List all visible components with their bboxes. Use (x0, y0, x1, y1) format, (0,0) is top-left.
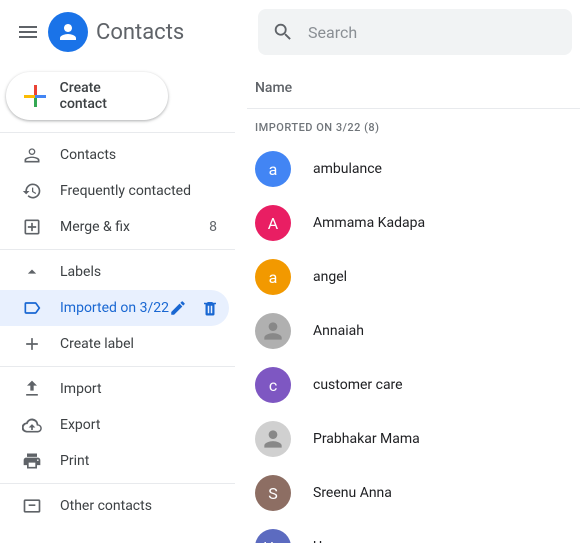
delete-icon[interactable] (201, 299, 219, 317)
sidebar-create-label[interactable]: Create label (0, 326, 229, 362)
contact-row[interactable]: a ambulance (247, 142, 580, 196)
contact-avatar-photo (255, 313, 291, 349)
sidebar-item-label: Labels (60, 264, 229, 280)
edit-icon[interactable] (169, 299, 187, 317)
sidebar-item-label: Frequently contacted (60, 183, 229, 199)
label-icon (22, 298, 42, 318)
sidebar-item-label: Imported on 3/22 (60, 300, 169, 316)
print-icon (22, 451, 42, 471)
sidebar-item-import[interactable]: Import (0, 371, 229, 407)
contact-avatar-initial: c (255, 367, 291, 403)
contact-name: Prabhakar Mama (313, 431, 420, 447)
plus-icon (24, 85, 46, 107)
divider (0, 249, 235, 250)
sidebar-label-imported[interactable]: Imported on 3/22 (0, 290, 229, 326)
sidebar-item-other-contacts[interactable]: Other contacts (0, 488, 229, 524)
sidebar-item-label: Export (60, 417, 229, 433)
contact-row[interactable]: c customer care (247, 358, 580, 412)
contact-name: Annaiah (313, 323, 364, 339)
contact-list: a ambulance A Ammama Kadapa a angel Annaiah c cu… (247, 142, 580, 543)
contact-row[interactable]: Un Un (247, 520, 580, 543)
sidebar-labels-header[interactable]: Labels (0, 254, 229, 290)
search-icon (272, 21, 294, 43)
contact-avatar-initial: A (255, 205, 291, 241)
contact-avatar-photo (255, 421, 291, 457)
merge-fix-icon (22, 217, 42, 237)
contact-avatar-initial: Un (255, 529, 291, 543)
contacts-logo (48, 12, 88, 52)
hamburger-icon (16, 20, 40, 44)
chevron-up-icon (22, 262, 42, 282)
divider (0, 132, 235, 133)
archive-icon (22, 496, 42, 516)
contact-name: angel (313, 269, 347, 285)
sidebar-item-frequent[interactable]: Frequently contacted (0, 173, 229, 209)
sidebar-item-label: Print (60, 453, 229, 469)
sidebar-item-label: Create label (60, 336, 229, 352)
contact-avatar-initial: a (255, 151, 291, 187)
contact-row[interactable]: a angel (247, 250, 580, 304)
plus-small-icon (22, 334, 42, 354)
contact-row[interactable]: A Ammama Kadapa (247, 196, 580, 250)
contact-avatar-initial: S (255, 475, 291, 511)
contact-name: customer care (313, 377, 403, 393)
sidebar-item-print[interactable]: Print (0, 443, 229, 479)
app-header: Contacts Search (0, 0, 580, 64)
group-header: Imported on 3/22 (8) (247, 109, 580, 142)
divider (0, 366, 235, 367)
person-icon (56, 20, 80, 44)
contact-name: ambulance (313, 161, 382, 177)
sidebar-item-contacts[interactable]: Contacts (0, 137, 229, 173)
app-title: Contacts (96, 20, 184, 45)
history-icon (22, 181, 42, 201)
header-left: Contacts (0, 12, 258, 52)
contact-list-pane: Name Imported on 3/22 (8) a ambulance A Amm… (235, 64, 580, 543)
create-contact-button[interactable]: Create contact (6, 72, 168, 120)
search-bar[interactable]: Search (258, 9, 572, 55)
sidebar-item-merge-fix[interactable]: Merge & fix 8 (0, 209, 229, 245)
contact-row[interactable]: Prabhakar Mama (247, 412, 580, 466)
contact-row[interactable]: S Sreenu Anna (247, 466, 580, 520)
contact-row[interactable]: Annaiah (247, 304, 580, 358)
sidebar: Create contact Contacts Frequently conta… (0, 64, 235, 543)
create-contact-label: Create contact (60, 80, 150, 112)
search-placeholder: Search (308, 23, 357, 42)
contact-avatar-initial: a (255, 259, 291, 295)
sidebar-item-export[interactable]: Export (0, 407, 229, 443)
upload-icon (22, 379, 42, 399)
sidebar-item-label: Merge & fix (60, 219, 209, 235)
column-header-name: Name (247, 68, 580, 108)
sidebar-item-label: Other contacts (60, 498, 229, 514)
divider (0, 483, 235, 484)
contact-name: Un (313, 539, 330, 543)
cloud-export-icon (22, 415, 42, 435)
contact-name: Sreenu Anna (313, 485, 392, 501)
person-outline-icon (22, 145, 42, 165)
contact-name: Ammama Kadapa (313, 215, 425, 231)
merge-fix-badge: 8 (209, 219, 217, 235)
main-menu-button[interactable] (16, 20, 40, 44)
sidebar-item-label: Contacts (60, 147, 229, 163)
sidebar-item-label: Import (60, 381, 229, 397)
